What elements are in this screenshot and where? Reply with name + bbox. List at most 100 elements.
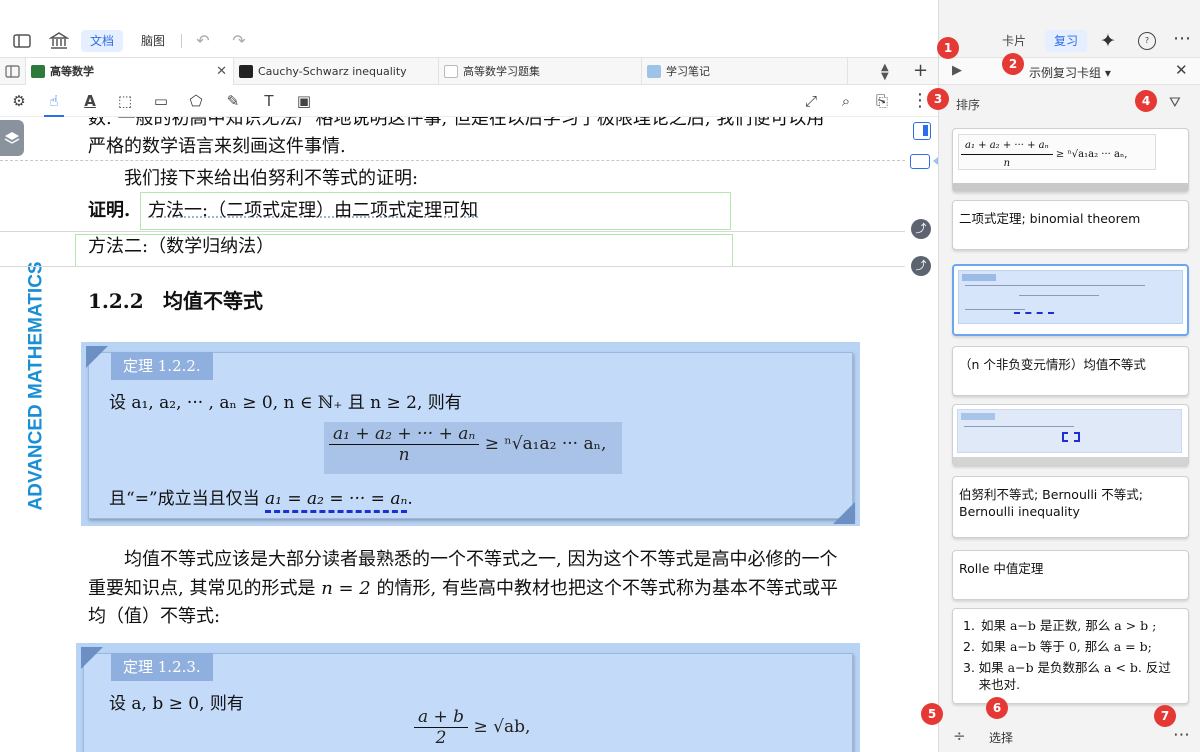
annotation-badge: 5 [921, 703, 943, 725]
card-formula: a₁ + a₂ + ··· + aₙ n ≥ ⁿ√a₁a₂ ··· aₙ, [961, 137, 1127, 172]
sparkle-icon[interactable]: ✦ [1100, 30, 1116, 52]
bookmark-icon[interactable]: ⎘ [872, 91, 892, 111]
theorem-highlight[interactable]: 定理 1.2.2. 设 a₁, a₂, ··· , aₙ ≥ 0, n ∈ ℕ₊… [81, 342, 860, 526]
layers-icon[interactable] [0, 120, 24, 156]
review-card[interactable]: 伯努利不等式; Bernoulli 不等式; Bernoulli inequal… [952, 476, 1189, 538]
card-view-icon[interactable] [910, 154, 930, 169]
page-divider [0, 160, 905, 161]
settings-wheel-icon[interactable]: ⚙ [9, 91, 29, 111]
equality-condition: 且“=”成立当且仅当 a₁ = a₂ = ··· = aₙ. [109, 485, 413, 513]
search-document-icon[interactable]: ⌕ [836, 91, 856, 111]
tab-overflow-icon[interactable]: ▲ ▼ [881, 63, 889, 81]
page-divider [0, 266, 905, 267]
tab-review[interactable]: 复习 [1045, 30, 1087, 52]
library-icon[interactable] [49, 31, 69, 51]
sidebar-toggle-icon[interactable] [12, 31, 32, 51]
fullscreen-icon[interactable]: ⤢ [801, 91, 821, 111]
select-button[interactable]: 选择 [989, 729, 1013, 746]
fraction-numerator: a₁ + a₂ + ··· + aₙ [961, 137, 1053, 155]
side-rail: ⤴ ⤴ [905, 117, 938, 752]
pencil-icon[interactable]: ✎ [223, 91, 243, 111]
rectangle-icon[interactable]: ▭ [151, 91, 171, 111]
tab-exercise-set[interactable]: 高等数学习题集 [439, 58, 642, 85]
panel-toggle-icon[interactable] [913, 122, 931, 140]
area-select-icon[interactable]: ⬚ [115, 91, 135, 111]
sort-label[interactable]: 排序 [956, 96, 980, 113]
card-footer [953, 183, 1188, 191]
add-tab-icon[interactable]: + [913, 60, 928, 81]
fraction-numerator: a + b [414, 707, 468, 728]
card-footer [953, 457, 1188, 465]
filter-icon[interactable]: ⛛ [1169, 95, 1181, 111]
method-one-text: 方法一:（二项式定理）由二项式定理可知 [148, 197, 478, 225]
tab-study-notes[interactable]: 学习笔记 [642, 58, 848, 85]
close-icon[interactable]: ✕ [216, 58, 227, 85]
review-card[interactable]: 二项式定理; binomial theorem [952, 200, 1189, 250]
note-icon [647, 65, 661, 78]
deck-selector[interactable]: 示例复习卡组 ▾ [1029, 64, 1111, 81]
toolbar-divider [181, 34, 182, 48]
image-icon[interactable]: ▣ [294, 91, 314, 111]
divide-icon[interactable]: ÷ [953, 727, 966, 745]
book-spine: ADVANCED MATHEMATICS [24, 267, 48, 512]
annotation-badge: 6 [986, 697, 1008, 719]
review-card[interactable] [952, 404, 1189, 466]
annotation-badge: 7 [1154, 705, 1176, 727]
text-box-icon[interactable]: T [259, 91, 279, 111]
theorem-highlight[interactable]: 定理 1.2.3. 设 a, b ≥ 0, 则有 a + b2 ≥ √ab, [76, 643, 860, 752]
tab-label: Cauchy-Schwarz inequality [258, 65, 407, 78]
tab-document[interactable]: 文档 [81, 30, 123, 52]
close-icon[interactable]: ✕ [1175, 61, 1188, 79]
hand-pointer-icon[interactable]: ☝ [44, 91, 64, 117]
paragraph-text: 数. 一般的初高中知识无法严格地说明这件事, 但是在以后学习了极限理论之后, 我… [88, 117, 824, 133]
proof-label: 证明. [88, 197, 130, 225]
list-item-text: 如果 a−b 是正数, 那么 a > b ; [981, 617, 1156, 634]
link-icon[interactable]: ⤴ [911, 256, 931, 276]
condition-text: 且“=”成立当且仅当 [109, 489, 260, 509]
tab-advanced-math[interactable]: 高等数学 ✕ [26, 58, 234, 85]
spine-title: ADVANCED MATHEMATICS [26, 266, 48, 511]
tab-cards[interactable]: 卡片 [993, 30, 1035, 52]
text-highlight-icon[interactable]: A [80, 91, 100, 111]
annotation-toolbar: ⚙ ☝ A ⬚ ▭ ⬠ ✎ T ▣ ⤢ ⌕ ⎘ ⋮ [0, 85, 938, 117]
document-icon [239, 65, 253, 78]
polygon-icon[interactable]: ⬠ [186, 91, 206, 111]
section-number: 1.2.2 [88, 287, 144, 315]
review-card[interactable]: 1. 如果 a−b 是正数, 那么 a > b ; 2. 如果 a−b 等于 0, … [952, 608, 1189, 704]
review-panel: 卡片 复习 ✦ ? ⋯ ▶ 示例复习卡组 ▾ ✕ 排序 ⛛ a₁ + a₂ + … [938, 0, 1200, 752]
annotation-badge: 1 [937, 37, 959, 59]
fraction-denominator: n [961, 155, 1053, 172]
review-card[interactable]: （n 个非负变元情形）均值不等式 [952, 346, 1189, 396]
paragraph-text: 严格的数学语言来刻画这件事情. [88, 133, 346, 161]
list-item: 3. 如果 a−b 是负数那么 a < b. 反过来也对. [963, 659, 1182, 693]
split-view-icon[interactable] [0, 58, 26, 85]
tab-label: 高等数学 [50, 65, 94, 78]
paragraph-segment: 重要知识点, 其常见的形式是 [88, 578, 315, 599]
paragraph-text: 均（值）不等式: [88, 603, 220, 631]
list-item-text: 如果 a−b 等于 0, 那么 a = b; [981, 638, 1152, 655]
paragraph-text: 均值不等式应该是大部分读者最熟悉的一个不等式之一, 因为这个不等式是高中必修的一… [124, 546, 837, 574]
list-item: 2. 如果 a−b 等于 0, 那么 a = b; [963, 638, 1182, 655]
review-card[interactable]: a₁ + a₂ + ··· + aₙ n ≥ ⁿ√a₁a₂ ··· aₙ, [952, 128, 1189, 192]
review-card-selected[interactable] [952, 264, 1189, 336]
top-toolbar: 文档 脑图 ↶ ↷ [0, 0, 938, 58]
tab-mindmap[interactable]: 脑图 [132, 30, 174, 52]
condition-formula[interactable]: a₁ = a₂ = ··· = aₙ [265, 489, 407, 513]
corner-fold [81, 647, 103, 669]
link-icon[interactable]: ⤴ [911, 219, 931, 239]
review-card[interactable]: Rolle 中值定理 [952, 550, 1189, 600]
method-two-text: 方法二:（数学归纳法） [88, 233, 274, 261]
help-icon[interactable]: ? [1138, 32, 1156, 50]
play-icon[interactable]: ▶ [952, 63, 962, 78]
book-icon [31, 65, 45, 78]
more-horizontal-icon[interactable]: ⋯ [1173, 725, 1190, 745]
redo-icon[interactable]: ↷ [229, 31, 249, 51]
annotation-badge: 4 [1135, 90, 1157, 112]
tab-cauchy-schwarz[interactable]: Cauchy-Schwarz inequality [234, 58, 439, 85]
annotation-badge: 2 [1002, 53, 1024, 75]
card-thumbnail [957, 409, 1182, 453]
more-horizontal-icon[interactable]: ⋯ [1173, 28, 1191, 49]
fraction-denominator: n [329, 445, 479, 465]
tab-bar: 高等数学 ✕ Cauchy-Schwarz inequality 高等数学习题集… [0, 57, 938, 85]
undo-icon[interactable]: ↶ [193, 31, 213, 51]
